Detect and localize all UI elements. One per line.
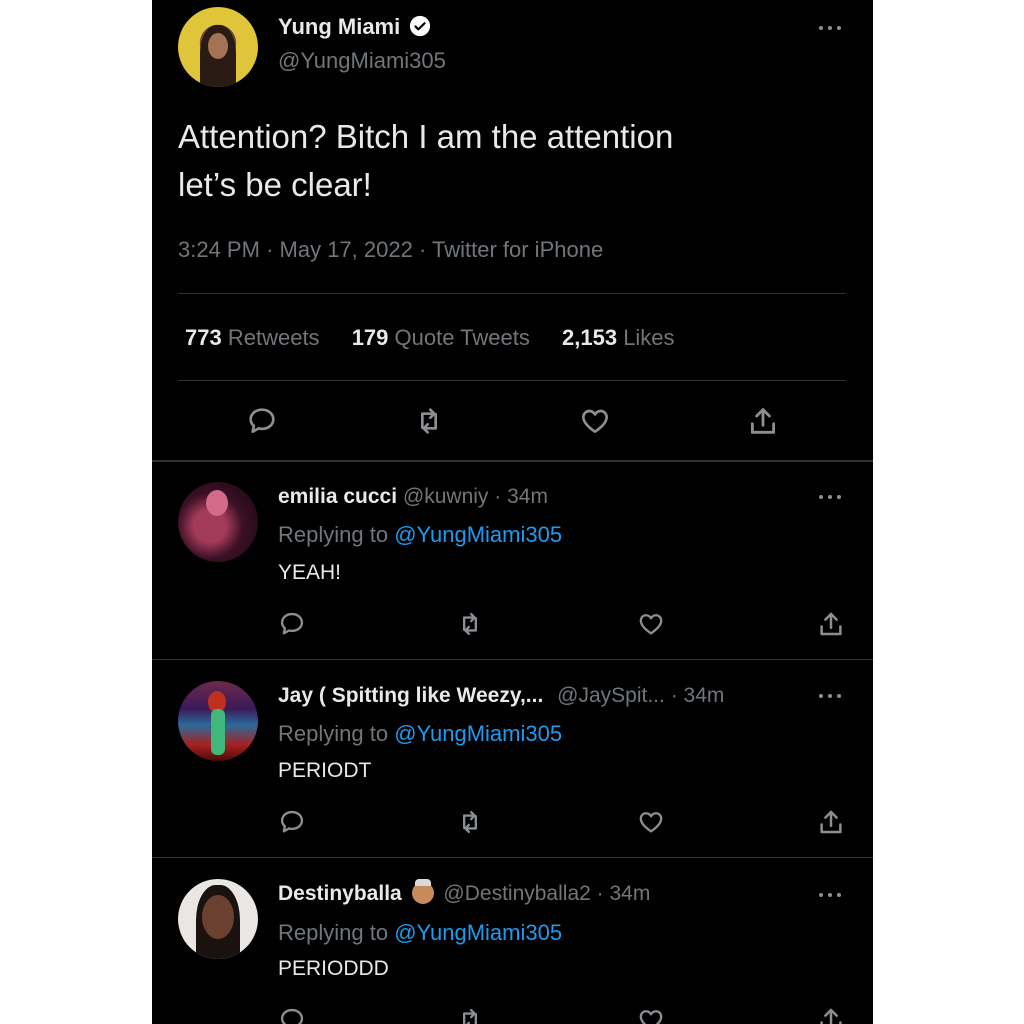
more-icon[interactable] — [818, 493, 842, 501]
reply-author-name[interactable]: emilia cucci — [278, 485, 397, 508]
reply-time: · 34m — [670, 684, 725, 707]
like-icon[interactable] — [578, 405, 612, 437]
divider — [178, 293, 846, 294]
reply-icon[interactable] — [246, 405, 278, 437]
retweet-icon[interactable] — [411, 405, 447, 437]
tweet-time: 3:24 PM — [178, 237, 260, 262]
reply-icon[interactable] — [278, 610, 306, 638]
replying-to-handle[interactable]: @YungMiami305 — [394, 721, 562, 746]
reply-time: · 34m — [596, 882, 651, 905]
tweet-date: May 17, 2022 — [279, 237, 413, 262]
share-icon[interactable] — [746, 404, 780, 438]
replying-to-label: Replying to — [278, 920, 389, 945]
divider — [152, 659, 873, 660]
tweet-stats: 773 Retweets 179 Quote Tweets 2,153 Like… — [185, 325, 675, 351]
reply-author-name[interactable]: Destinyballa — [278, 882, 402, 905]
like-icon[interactable] — [636, 1006, 666, 1024]
author-handle[interactable]: @YungMiami305 — [278, 48, 446, 74]
divider — [152, 857, 873, 858]
reply-time: · 34m — [494, 485, 548, 508]
replying-to-handle[interactable]: @YungMiami305 — [394, 522, 562, 547]
reply-text: PERIODT — [278, 759, 372, 782]
share-icon[interactable] — [816, 1005, 846, 1024]
more-icon[interactable] — [818, 891, 842, 899]
reply-author-handle[interactable]: @Destinyballa2 — [443, 882, 590, 905]
verified-badge-icon — [410, 15, 431, 37]
reply-icon[interactable] — [278, 1006, 306, 1024]
emoji-icon — [411, 879, 434, 904]
divider — [178, 380, 846, 381]
replying-to-handle[interactable]: @YungMiami305 — [394, 920, 562, 945]
tweet-text-line-1: Attention? Bitch I am the attention — [178, 118, 674, 155]
reply-avatar[interactable] — [178, 482, 258, 562]
author-avatar[interactable] — [178, 7, 258, 87]
reply-author-handle[interactable]: @kuwniy — [403, 485, 489, 508]
tweet-text-line-2: let’s be clear! — [178, 166, 372, 203]
reply-icon[interactable] — [278, 808, 306, 836]
tweet-source[interactable]: Twitter for iPhone — [432, 237, 603, 262]
author-name[interactable]: Yung Miami — [278, 14, 400, 39]
reply-avatar[interactable] — [178, 681, 258, 761]
tweet-meta: 3:24 PM · May 17, 2022 · Twitter for iPh… — [178, 237, 604, 262]
share-icon[interactable] — [816, 609, 846, 639]
like-icon[interactable] — [636, 808, 666, 836]
more-icon[interactable] — [818, 692, 842, 700]
reply-author-handle[interactable]: @JaySpit... — [557, 684, 665, 707]
likes-stat[interactable]: 2,153 Likes — [562, 325, 675, 350]
tweet-detail-screen: Yung Miami @YungMiami305 Attention? Bitc… — [152, 0, 873, 1024]
retweet-icon[interactable] — [454, 808, 486, 836]
retweet-icon[interactable] — [454, 1006, 486, 1024]
reply-text: PERIODDD — [278, 957, 389, 980]
retweets-stat[interactable]: 773 Retweets — [185, 325, 326, 350]
retweet-icon[interactable] — [454, 610, 486, 638]
more-icon[interactable] — [818, 24, 842, 32]
reply-author-name[interactable]: Jay ( Spitting like Weezy,... — [278, 684, 543, 707]
share-icon[interactable] — [816, 807, 846, 837]
replying-to-label: Replying to — [278, 522, 389, 547]
replying-to-label: Replying to — [278, 721, 389, 746]
reply-avatar[interactable] — [178, 879, 258, 959]
section-divider — [152, 460, 873, 462]
reply-text: YEAH! — [278, 561, 342, 584]
like-icon[interactable] — [636, 610, 666, 638]
quotes-stat[interactable]: 179 Quote Tweets — [352, 325, 536, 350]
